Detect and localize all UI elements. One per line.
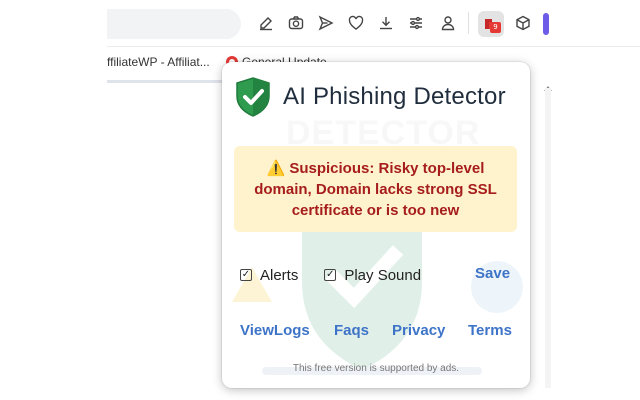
page-scrollbar[interactable] [545,88,551,388]
checkbox-checked-icon[interactable]: ✓ [240,269,252,281]
alerts-label: Alerts [260,266,299,284]
sliders-icon[interactable] [406,13,426,33]
play-sound-checkbox[interactable]: ✓ Play Sound [324,267,421,284]
warning-icon: ⚠️ [266,159,286,177]
heart-icon[interactable] [346,13,366,33]
profile-indicator[interactable] [543,13,549,35]
send-icon[interactable] [316,13,336,33]
alert-text: Suspicious: Risky top-level domain, Doma… [254,159,497,219]
shield-check-icon [235,77,271,117]
privacy-link[interactable]: Privacy [392,322,445,339]
checkbox-checked-icon[interactable]: ✓ [324,269,337,281]
extension-badge: 9 [490,22,501,33]
user-icon[interactable] [438,13,458,33]
play-sound-label: Play Sound [344,266,422,284]
alert-message: ⚠️ Suspicious: Risky top-level domain, Do… [250,158,501,221]
browser-window: 9 ffiliateWP - Affiliat... General Updat… [0,0,640,400]
popup-links: ViewLogs Faqs Privacy Terms [240,322,520,344]
options-row: ✓ Alerts ✓ Play Sound [240,264,447,286]
page-content-line [107,80,227,83]
bookmark-affiliatewp[interactable]: ffiliateWP - Affiliat... [107,55,210,69]
address-bar[interactable] [107,9,241,39]
faqs-link[interactable]: Faqs [334,322,369,339]
popup-header: AI Phishing Detector [235,76,506,118]
alerts-checkbox[interactable]: ✓ Alerts [240,267,298,284]
view-logs-link[interactable]: ViewLogs [240,322,310,339]
toolbar-divider [468,12,469,34]
save-button[interactable]: Save [475,265,510,282]
camera-icon[interactable] [286,13,306,33]
extension-popup: DETECTOR AI Phishing Detector ⚠️ Suspicio… [222,62,530,388]
ads-footer: This free version is supported by ads. [292,363,460,374]
terms-link[interactable]: Terms [468,322,512,339]
cube-icon[interactable] [513,13,533,33]
phishing-alert: ⚠️ Suspicious: Risky top-level domain, Do… [234,146,517,232]
edit-icon[interactable] [256,13,276,33]
app-title: AI Phishing Detector [283,83,506,110]
download-icon[interactable] [376,13,396,33]
